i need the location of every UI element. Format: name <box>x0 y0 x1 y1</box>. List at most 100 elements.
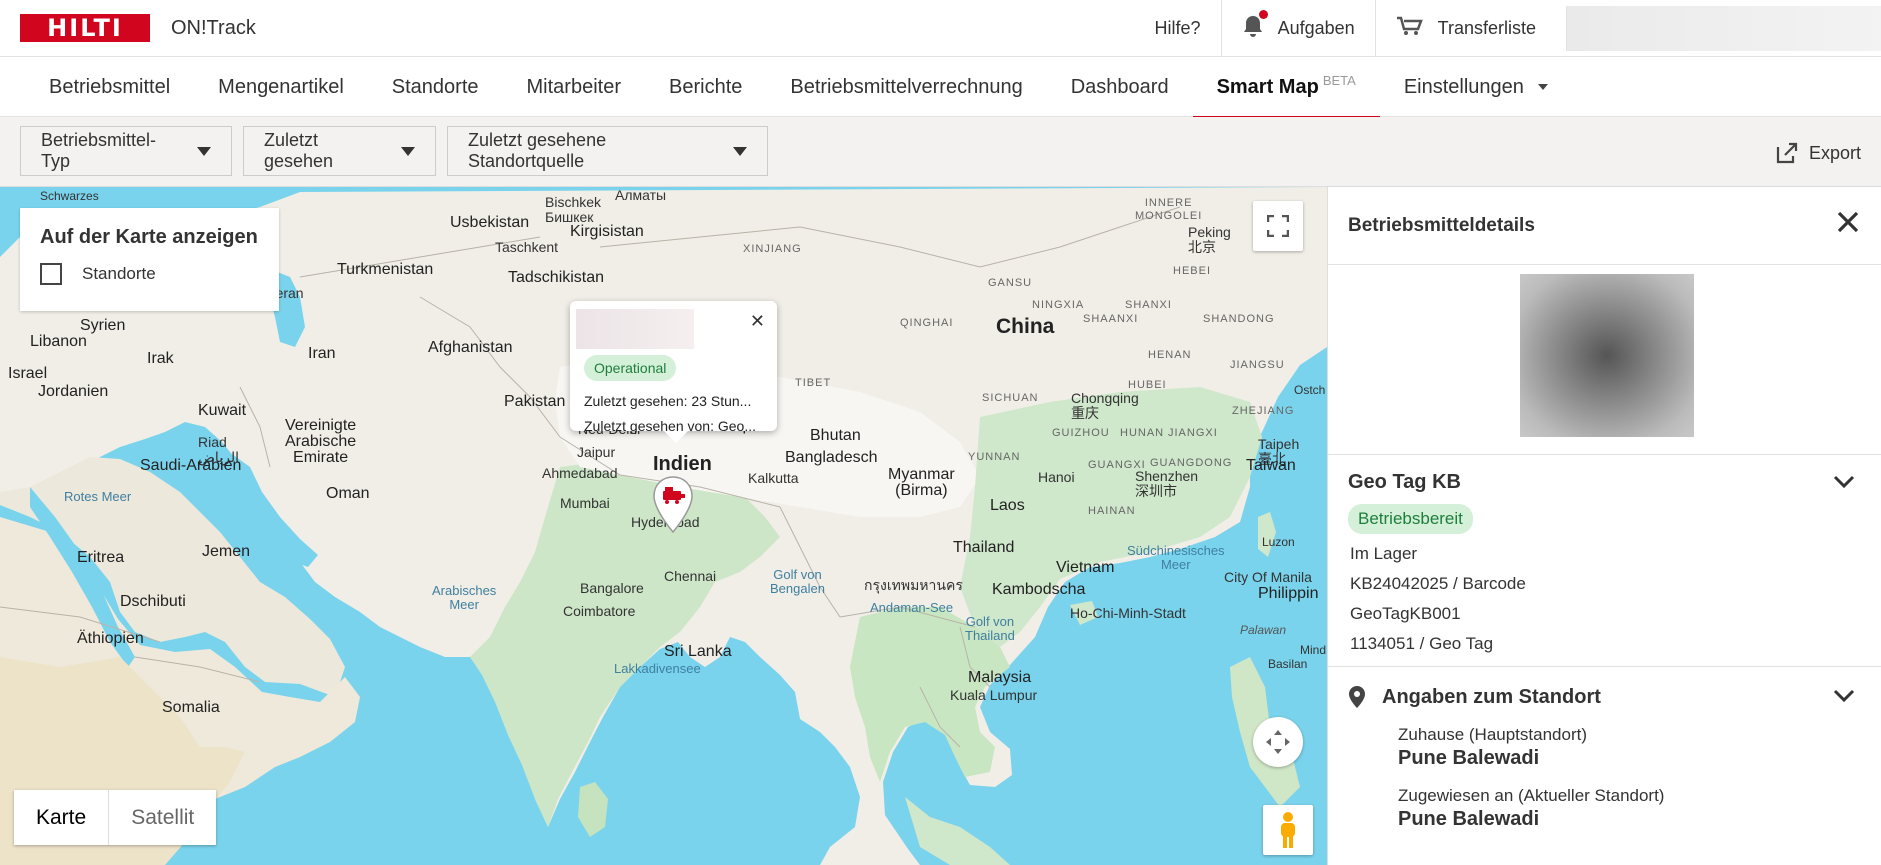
nav-dashboard[interactable]: Dashboard <box>1047 57 1193 117</box>
map-label: XINJIANG <box>743 243 802 255</box>
street-view-pegman[interactable] <box>1263 805 1313 855</box>
map-label: Kuala Lumpur <box>950 687 1038 703</box>
map-label: Tadschikistan <box>508 269 605 286</box>
map-label: JIANGXI <box>1168 427 1218 439</box>
map-label: Turkmenistan <box>337 261 434 278</box>
map-label: Ho-Chi-Minh-Stadt <box>1070 605 1186 621</box>
map-label: Oman <box>326 485 370 502</box>
map-label: SHANXI <box>1125 299 1172 311</box>
home-location: Zuhause (Hauptstandort) Pune Balewadi <box>1398 725 1861 770</box>
nav-berichte[interactable]: Berichte <box>645 57 766 117</box>
map-label: Pakistan <box>504 393 566 410</box>
map-label: SICHUAN <box>982 392 1039 404</box>
top-bar: HILTI ON!Track Hilfe? Aufgaben Transferl… <box>0 0 1881 57</box>
map-label: SHANDONG <box>1203 313 1275 325</box>
standorte-checkbox[interactable] <box>40 263 62 285</box>
transfer-label: Transferliste <box>1437 18 1536 38</box>
export-icon <box>1776 142 1798 164</box>
map-label: Ahmedabad <box>542 465 618 481</box>
map-canvas[interactable]: Schwarzes Usbekistan Bischkek Бишкек Алм… <box>0 187 1327 865</box>
map-label: Bangladesch <box>785 449 878 466</box>
map-label: Bischkek Бишкек <box>545 194 602 225</box>
legend-title: Auf der Karte anzeigen <box>40 226 258 248</box>
map-label: Thailand <box>953 539 1015 556</box>
map-label: Golf von Bengalen <box>770 567 825 596</box>
nav-einstellungen[interactable]: Einstellungen <box>1380 57 1572 117</box>
map-label: Saudi-Arabien <box>140 457 242 474</box>
triangle-down-icon <box>401 146 415 156</box>
nav-betriebsmittelverrechnung[interactable]: Betriebsmittelverrechnung <box>766 57 1046 117</box>
map-label: Алматы <box>615 187 667 203</box>
assigned-location: Zugewiesen an (Aktueller Standort) Pune … <box>1398 786 1861 831</box>
map-label: Arabisches Meer <box>432 583 497 612</box>
map-label: Eritrea <box>77 549 125 566</box>
caret-down-icon <box>1537 84 1548 90</box>
export-button[interactable]: Export <box>1775 141 1861 165</box>
map-type-satellit[interactable]: Satellit <box>109 790 217 845</box>
nav-standorte[interactable]: Standorte <box>368 57 503 117</box>
map-pin-icon <box>653 476 693 534</box>
map-label: HENAN <box>1148 349 1192 361</box>
notification-dot <box>1258 10 1268 19</box>
nav-mitarbeiter[interactable]: Mitarbeiter <box>503 57 645 117</box>
map-label: Iran <box>308 345 336 362</box>
map-label: ZHEJIANG <box>1232 405 1295 417</box>
fullscreen-icon <box>1267 215 1289 237</box>
nav-smart-map[interactable]: Smart Map BETA <box>1192 57 1381 118</box>
camera-control-button[interactable] <box>1253 717 1303 767</box>
assigned-location-value: Pune Balewadi <box>1398 808 1540 830</box>
filter-asset-type-label: Betriebsmittel-Typ <box>41 130 157 171</box>
map-label: TIBET <box>795 377 832 389</box>
asset-id: GeoTagKB001 <box>1350 604 1461 623</box>
user-account-menu[interactable] <box>1566 6 1881 51</box>
map-label: Schwarzes <box>40 189 99 203</box>
chevron-down-icon[interactable] <box>1833 689 1855 708</box>
map-label: Chongqing 重庆 <box>1071 390 1139 421</box>
camera-move-icon <box>1266 730 1290 754</box>
close-panel-button[interactable] <box>1835 209 1861 241</box>
map-label: Kalkutta <box>748 470 799 486</box>
close-icon[interactable]: ✕ <box>750 311 765 332</box>
map-label: Bangalore <box>580 580 644 596</box>
home-location-value: Pune Balewadi <box>1398 747 1540 769</box>
legend-option-standorte[interactable]: Standorte <box>40 263 259 285</box>
map-type-karte[interactable]: Karte <box>14 790 110 845</box>
help-link[interactable]: Hilfe? <box>1135 0 1221 57</box>
map-label: City Of Manila <box>1224 569 1312 585</box>
filter-asset-type[interactable]: Betriebsmittel-Typ <box>20 126 232 176</box>
map-label: Vereinigte Arabische Emirate <box>285 417 357 466</box>
filter-last-seen-label: Zuletzt gesehen <box>264 130 334 171</box>
close-icon <box>1837 211 1859 233</box>
map-label: Philippin <box>1258 585 1319 602</box>
filter-last-source-label: Zuletzt gesehene Standortquelle <box>468 130 607 171</box>
fullscreen-button[interactable] <box>1253 201 1303 251</box>
hilti-logo[interactable]: HILTI <box>20 14 150 42</box>
legend-option-label: Standorte <box>82 264 156 283</box>
map-label: Irak <box>147 350 174 367</box>
map-label: GUIZHOU <box>1052 427 1110 439</box>
map-label: Taiwan <box>1246 457 1296 474</box>
map-label: Palawan <box>1240 623 1287 637</box>
asset-map-marker[interactable] <box>651 475 695 540</box>
tasks-label: Aufgaben <box>1277 18 1355 38</box>
map-label: Lakkadivensee <box>614 661 701 676</box>
triangle-down-icon <box>197 146 211 156</box>
tasks-button[interactable]: Aufgaben <box>1220 0 1375 57</box>
asset-info-popup: ✕ Operational Zuletzt gesehen: 23 Stun..… <box>570 301 777 443</box>
chevron-down-icon[interactable] <box>1833 475 1855 494</box>
popup-last-seen: Zuletzt gesehen: 23 Stun... <box>584 393 752 409</box>
filter-last-source[interactable]: Zuletzt gesehene Standortquelle <box>447 126 768 176</box>
location-header[interactable]: Angaben zum Standort <box>1348 685 1861 709</box>
filter-bar: Betriebsmittel-Typ Zuletzt gesehen Zulet… <box>0 117 1881 187</box>
transfer-list-button[interactable]: Transferliste <box>1374 0 1556 57</box>
nav-betriebsmittel[interactable]: Betriebsmittel <box>25 57 194 117</box>
cart-icon <box>1396 15 1424 42</box>
map-label: Äthiopien <box>77 630 144 647</box>
map-label: Mind <box>1300 643 1327 657</box>
map-label: Südchinesisches Meer <box>1127 543 1225 572</box>
nav-mengenartikel[interactable]: Mengenartikel <box>194 57 368 117</box>
status-badge: Betriebsbereit <box>1348 504 1473 534</box>
map-label: Israel <box>8 365 48 382</box>
location-title: Angaben zum Standort <box>1382 685 1601 708</box>
filter-last-seen[interactable]: Zuletzt gesehen <box>243 126 436 176</box>
